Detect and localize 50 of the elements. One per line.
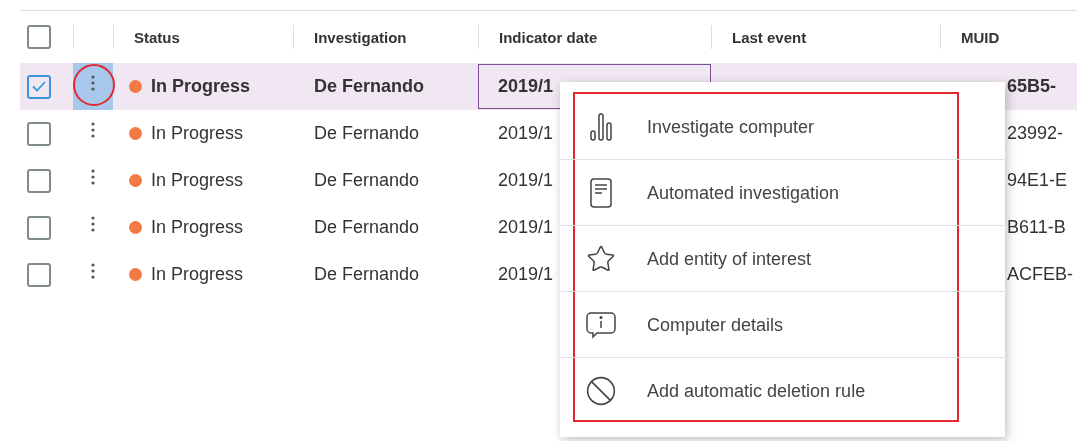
investigation-text: De Fernando xyxy=(314,123,420,144)
row-checkbox[interactable] xyxy=(27,168,51,193)
more-icon xyxy=(91,169,95,185)
indicator-date-text: 2019/1 xyxy=(498,123,554,144)
status-text: In Progress xyxy=(151,170,244,191)
status-dot xyxy=(129,80,142,93)
more-icon xyxy=(91,216,95,232)
column-header[interactable]: Last event xyxy=(711,28,807,46)
row-checkbox[interactable] xyxy=(27,215,51,240)
investigation-text: De Fernando xyxy=(314,264,420,285)
investigation-text: De Fernando xyxy=(314,76,424,97)
row-checkbox[interactable] xyxy=(27,121,51,146)
select-all-checkbox[interactable] xyxy=(27,25,51,49)
column-header[interactable]: Indicator date xyxy=(478,28,598,46)
status-dot xyxy=(129,127,142,140)
prohibited-icon xyxy=(585,375,617,407)
status-dot xyxy=(129,268,142,281)
muid-text: 65B5- xyxy=(1007,76,1057,97)
more-icon xyxy=(91,122,95,138)
column-header[interactable]: Status xyxy=(113,28,180,46)
indicator-date-text: 2019/1 xyxy=(498,217,554,238)
status-text: In Progress xyxy=(151,123,244,144)
more-actions-button[interactable] xyxy=(73,63,113,110)
status-dot xyxy=(129,221,142,234)
more-icon xyxy=(91,263,95,279)
status-dot xyxy=(129,174,142,187)
muid-text: B611-B xyxy=(1007,217,1066,238)
status-text: In Progress xyxy=(151,217,244,238)
document-icon xyxy=(589,178,613,208)
muid-text: 23992- xyxy=(1007,123,1064,144)
more-icon xyxy=(91,75,95,91)
indicator-date-text: 2019/1 xyxy=(498,264,554,285)
checkmark-icon xyxy=(32,81,46,92)
bar-chart-icon xyxy=(589,112,613,142)
investigation-text: De Fernando xyxy=(314,217,420,238)
row-checkbox[interactable] xyxy=(27,74,51,99)
indicator-date-text: 2019/1 xyxy=(498,170,554,191)
menu-item[interactable]: Add automatic deletion rule xyxy=(575,358,957,424)
column-header[interactable]: Investigation xyxy=(293,28,407,46)
highlight-circle xyxy=(73,64,115,106)
muid-text: ACFEB- xyxy=(1007,264,1073,285)
star-icon xyxy=(586,244,616,274)
muid-text: 94E1-E xyxy=(1007,170,1068,191)
status-text: In Progress xyxy=(151,264,244,285)
indicator-date-text: 2019/1 xyxy=(498,76,554,97)
info-bubble-icon xyxy=(586,311,616,339)
status-text: In Progress xyxy=(151,76,251,97)
investigation-text: De Fernando xyxy=(314,170,420,191)
column-header[interactable]: MUID xyxy=(940,28,1000,46)
row-checkbox[interactable] xyxy=(27,262,51,287)
